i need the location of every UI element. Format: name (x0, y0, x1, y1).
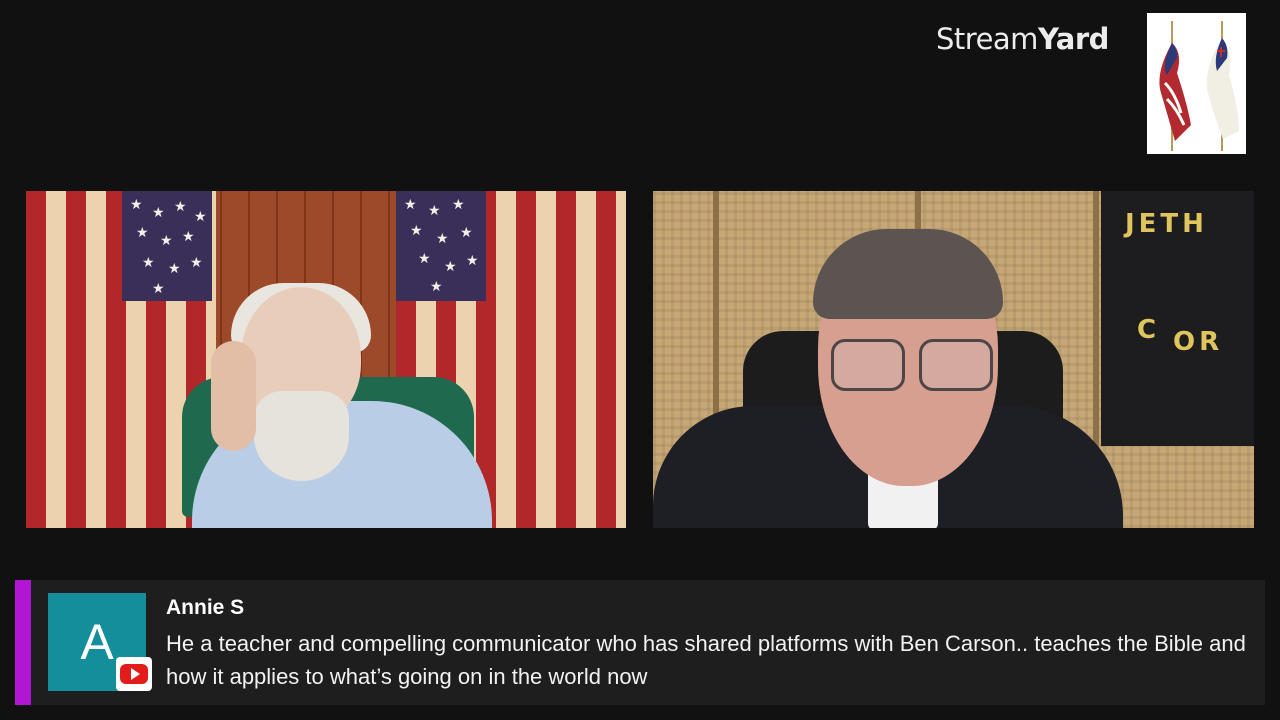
comment-author: Annie S (166, 596, 245, 619)
star-icon: ★ (174, 198, 187, 214)
youtube-icon-background (120, 664, 148, 684)
star-icon: ★ (160, 232, 173, 248)
participant-hand (211, 341, 256, 451)
letter-board: JETH C OR (1101, 191, 1254, 446)
participant-beard (254, 391, 349, 481)
participant-video-left: ★ ★ ★ ★ ★ ★ ★ ★ ★ ★ ★ ★ ★ ★ ★ ★ ★ ★ ★ ★ … (26, 191, 626, 528)
flag-canton: ★ ★ ★ ★ ★ ★ ★ ★ ★ ★ (396, 191, 486, 301)
youtube-icon (116, 657, 152, 691)
star-icon: ★ (136, 224, 149, 240)
star-icon: ★ (460, 224, 473, 240)
flags-logo-image (1147, 13, 1246, 154)
star-icon: ★ (444, 258, 457, 274)
glasses-lens-right (919, 339, 993, 391)
flags-icon (1159, 21, 1239, 151)
comment-banner: A Annie S He a teacher and compelling co… (15, 580, 1265, 705)
comment-text: He a teacher and compelling communicator… (166, 631, 1246, 689)
star-icon: ★ (466, 252, 479, 268)
star-icon: ★ (168, 260, 181, 276)
board-text-line1: JETH (1125, 209, 1208, 239)
streamyard-logo: StreamYard (936, 22, 1109, 56)
star-icon: ★ (428, 202, 441, 218)
glasses-lens-left (831, 339, 905, 391)
star-icon: ★ (436, 230, 449, 246)
star-icon: ★ (142, 254, 155, 270)
star-icon: ★ (130, 196, 143, 212)
star-icon: ★ (430, 278, 443, 294)
star-icon: ★ (452, 196, 465, 212)
star-icon: ★ (410, 222, 423, 238)
board-text-line2: C (1137, 315, 1161, 345)
brand-name-part1: Stream (936, 22, 1038, 56)
participant-video-right: JETH C OR (653, 191, 1254, 528)
star-icon: ★ (190, 254, 203, 270)
star-icon: ★ (152, 204, 165, 220)
star-icon: ★ (194, 208, 207, 224)
star-icon: ★ (152, 280, 165, 296)
star-icon: ★ (404, 196, 417, 212)
brand-name-part2: Yard (1037, 22, 1109, 56)
star-icon: ★ (182, 228, 195, 244)
star-icon: ★ (418, 250, 431, 266)
board-text-line3: OR (1173, 327, 1224, 357)
play-icon (131, 668, 140, 680)
flag-canton: ★ ★ ★ ★ ★ ★ ★ ★ ★ ★ ★ (122, 191, 212, 301)
banner-accent-bar (15, 580, 31, 705)
